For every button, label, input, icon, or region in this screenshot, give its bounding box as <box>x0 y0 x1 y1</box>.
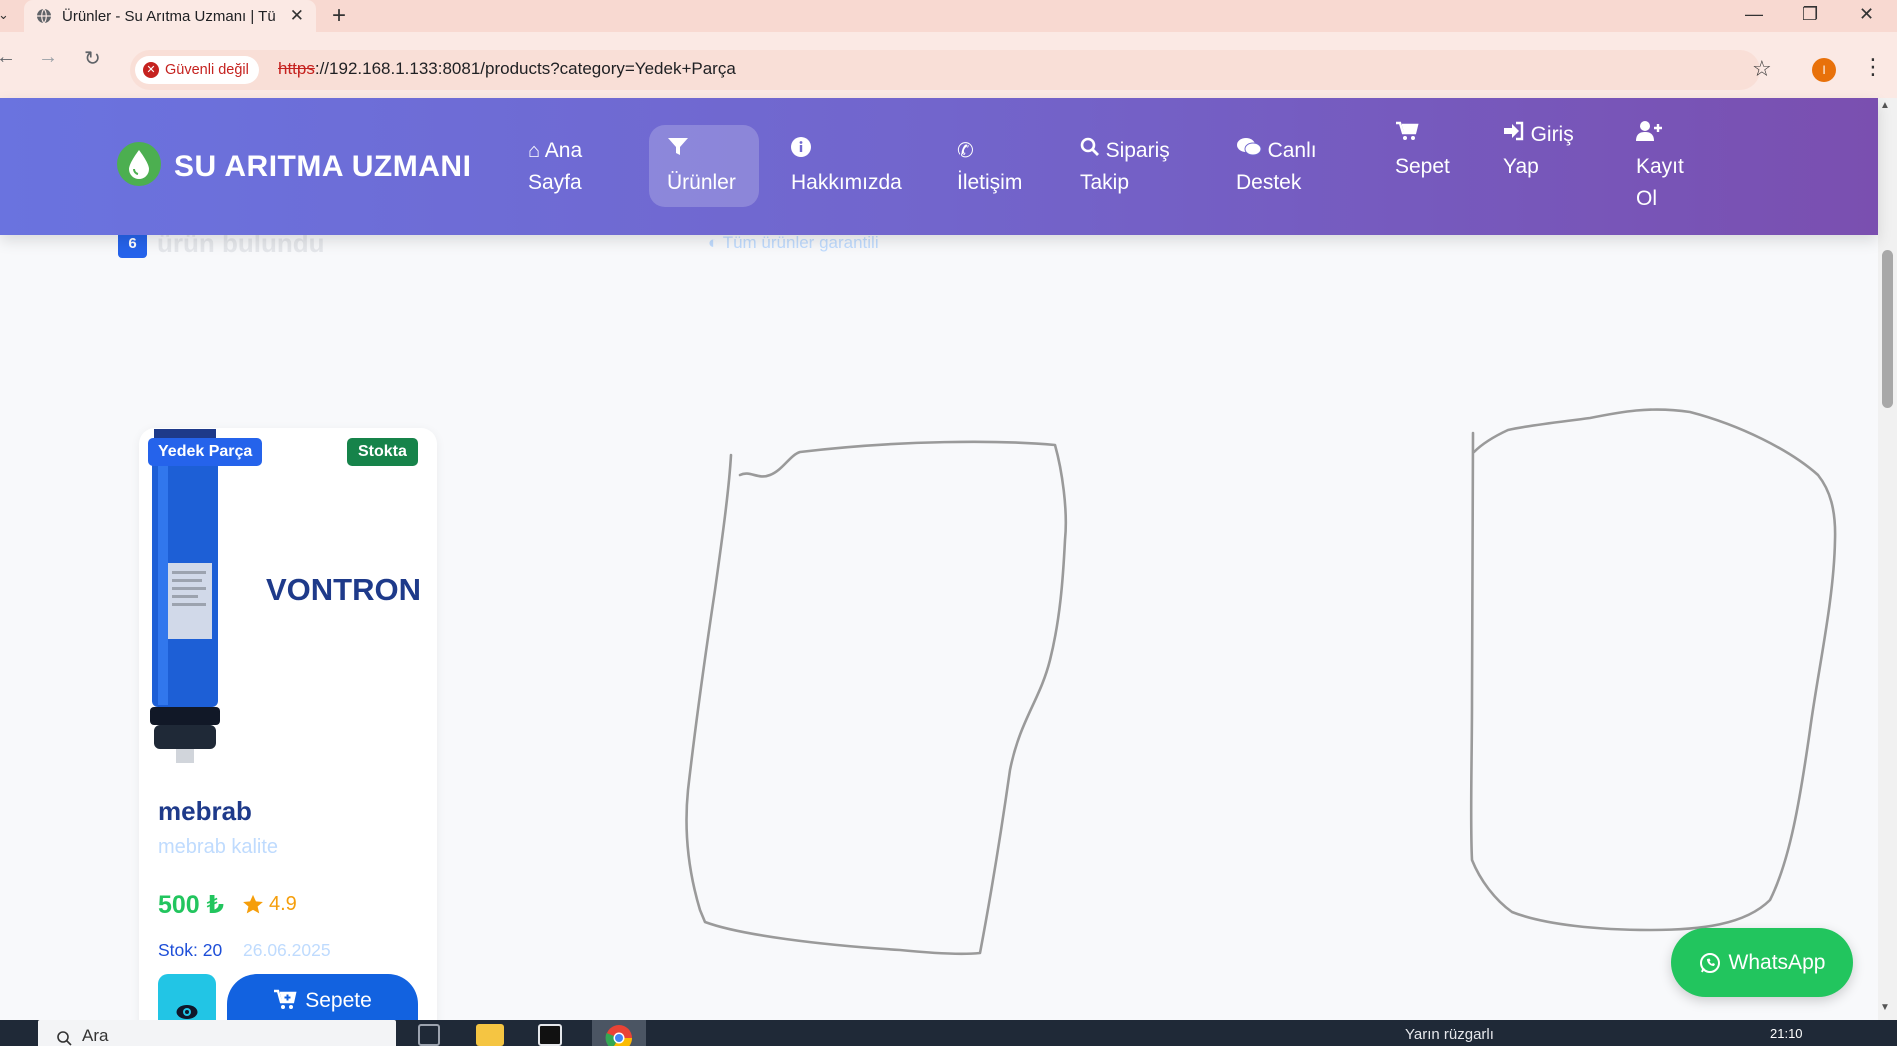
tab-close-icon[interactable]: ✕ <box>290 6 304 26</box>
os-taskbar: Ara Yarın rüzgarlı 21:10 <box>0 1020 1897 1046</box>
chrome-icon <box>605 1025 633 1046</box>
nav-live-support[interactable]: Canlı Destek <box>1236 135 1317 199</box>
taskbar-clock[interactable]: 21:10 <box>1770 1026 1803 1041</box>
tab-list-icon[interactable]: ⌄ <box>0 7 9 23</box>
product-rating: 4.9 <box>242 893 297 916</box>
brand-logo-text: VONTRON <box>266 572 421 607</box>
nav-login[interactable]: Giriş Yap <box>1503 119 1574 183</box>
new-tab-button[interactable]: + <box>332 2 346 30</box>
nav-register[interactable]: Kayıt Ol <box>1636 119 1684 215</box>
product-description: mebrab kalite <box>158 836 279 858</box>
close-window-icon[interactable]: ✕ <box>1859 4 1874 25</box>
scroll-down-icon[interactable]: ▼ <box>1880 1002 1890 1013</box>
nav-order-tracking[interactable]: Sipariş Takip <box>1080 135 1170 199</box>
not-secure-icon: ✕ <box>143 62 159 78</box>
browser-menu-icon[interactable]: ⋮ <box>1862 54 1884 80</box>
cart-icon <box>1395 121 1419 146</box>
in-stock-badge: Stokta <box>347 438 418 466</box>
whatsapp-button[interactable]: WhatsApp <box>1671 928 1853 997</box>
whatsapp-icon <box>1699 952 1720 973</box>
forward-icon[interactable]: → <box>38 46 58 69</box>
nav-about[interactable]: Hakkımızda <box>791 135 902 199</box>
taskbar-search[interactable]: Ara <box>38 1020 396 1046</box>
chrome-taskbar-button[interactable] <box>592 1020 646 1046</box>
app-icon[interactable] <box>538 1024 562 1046</box>
profile-avatar[interactable]: I <box>1812 58 1836 82</box>
product-image[interactable]: VONTRON <box>150 425 430 780</box>
shield-icon: ◐ <box>708 233 719 252</box>
home-icon: ⌂ <box>528 140 541 162</box>
search-icon <box>57 1031 72 1046</box>
nav-home[interactable]: ⌂ Ana Sayfa <box>528 135 582 199</box>
water-drop-logo-icon[interactable] <box>117 142 161 186</box>
url-protocol: https <box>278 59 315 78</box>
product-name[interactable]: mebrab <box>158 796 252 827</box>
scrollbar-thumb[interactable] <box>1882 250 1893 408</box>
sketch-rectangle-right <box>1469 408 1837 932</box>
task-view-icon[interactable] <box>418 1024 440 1046</box>
user-plus-icon <box>1636 121 1664 146</box>
url-text[interactable]: https://192.168.1.133:8081/products?cate… <box>278 59 736 79</box>
back-icon[interactable]: ← <box>0 46 16 69</box>
info-icon <box>791 137 811 162</box>
category-badge: Yedek Parça <box>148 438 263 466</box>
tab-title: Ürünler - Su Arıtma Uzmanı | Tü <box>62 7 276 25</box>
scroll-up-icon[interactable]: ▲ <box>1880 100 1890 111</box>
security-chip[interactable]: ✕ Güvenli değil <box>135 56 259 84</box>
nav-products[interactable]: Ürünler <box>667 135 736 199</box>
filter-icon <box>667 138 689 162</box>
url-rest: ://192.168.1.133:8081/products?category=… <box>314 59 736 78</box>
taskbar-weather[interactable]: Yarın rüzgarlı <box>1405 1026 1494 1043</box>
eye-icon <box>176 1005 198 1019</box>
stock-count: Stok: 20 <box>158 940 223 960</box>
restore-icon[interactable]: ❐ <box>1802 4 1818 25</box>
product-price: 500 ₺ <box>158 891 225 919</box>
browser-tab[interactable]: Ürünler - Su Arıtma Uzmanı | Tü ✕ <box>24 0 316 32</box>
nav-contact[interactable]: ✆ İletişim <box>957 135 1022 199</box>
phone-icon: ✆ <box>957 140 974 162</box>
minimize-icon[interactable]: — <box>1745 4 1763 25</box>
page-scrollbar[interactable] <box>1878 98 1897 1020</box>
product-date: 26.06.2025 <box>243 940 331 960</box>
nav-cart[interactable]: Sepet <box>1395 119 1450 183</box>
warranty-note: ◐ Tüm ürünler garantili <box>708 233 879 252</box>
comments-icon <box>1236 138 1268 162</box>
security-label: Güvenli değil <box>165 62 249 78</box>
reload-icon[interactable]: ↻ <box>84 46 101 71</box>
globe-icon <box>37 8 51 24</box>
search-icon <box>1080 137 1106 162</box>
sketch-rectangle-left <box>685 440 1068 956</box>
site-logo-text[interactable]: SU ARITMA UZMANI <box>174 150 471 184</box>
star-icon <box>243 894 263 913</box>
browser-tabstrip: ⌄ Ürünler - Su Arıtma Uzmanı | Tü ✕ + — … <box>0 0 1897 32</box>
sign-in-icon <box>1503 121 1531 146</box>
cart-plus-icon <box>274 989 297 1009</box>
site-header: SU ARITMA UZMANI ⌂ Ana Sayfa Ürünler Hak… <box>0 98 1878 235</box>
bookmark-star-icon[interactable]: ☆ <box>1752 56 1772 82</box>
file-explorer-icon[interactable] <box>476 1024 504 1046</box>
